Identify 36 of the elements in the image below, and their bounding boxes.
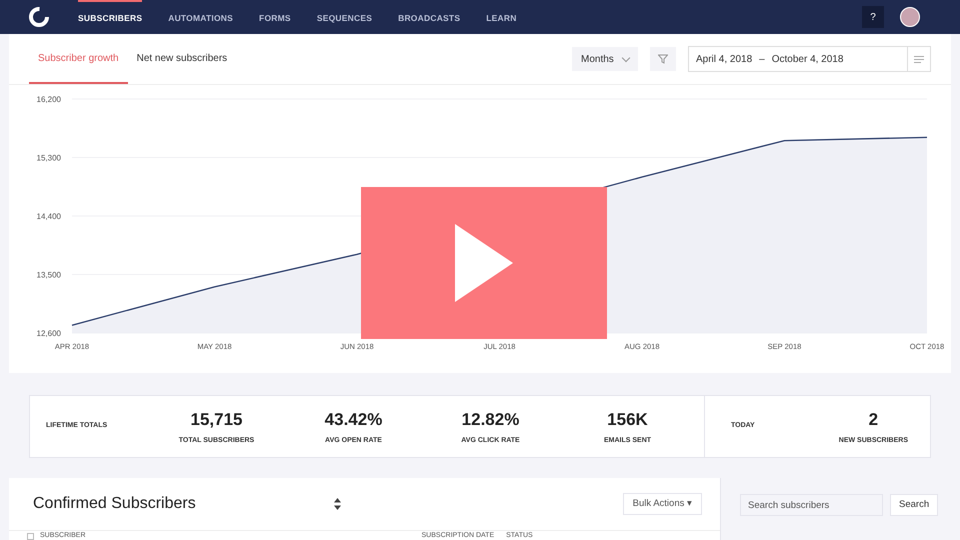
y-tick-label: 13,500 [36,270,61,280]
stat-value: 15,715 [190,409,242,431]
play-icon [455,224,513,302]
nav-tab[interactable]: LEARN [486,0,517,34]
logo-icon [28,6,50,28]
stat-value: 12.82% [462,409,520,431]
nav-tab[interactable]: FORMS [259,0,291,34]
avatar[interactable] [900,7,920,27]
y-tick-label: 12,600 [36,329,61,338]
search-button[interactable]: Search [890,494,938,516]
play-overlay[interactable] [361,187,607,339]
nav-tab[interactable]: BROADCASTS [398,0,460,34]
stat-value: 156K [607,409,648,431]
y-tick-label: 16,200 [36,95,61,104]
nav-tab[interactable]: SEQUENCES [316,0,372,34]
date-to: October 4, 2018 [772,52,844,66]
nav-tab[interactable]: AUTOMATIONS [168,0,234,34]
help-button[interactable]: ? [862,6,884,28]
chart-tab[interactable]: Net new subscribers [128,34,236,84]
period-dropdown[interactable]: Months [572,47,638,71]
y-tick-label: 14,400 [36,212,61,221]
filter-icon [658,54,668,64]
search-field[interactable]: Search subscribers [740,494,883,516]
date-range-field[interactable]: April 4, 2018 – October 4, 2018 [688,46,931,72]
bulk-actions-button[interactable]: Bulk Actions ▾ [622,493,702,515]
chart-tab[interactable]: Subscriber growth [29,34,128,84]
caret-icon: ▾ [687,498,692,509]
sort-icon[interactable] [334,498,341,510]
date-separator: – [759,52,765,66]
list-title: Confirmed Subscribers [33,494,196,514]
date-from: April 4, 2018 [696,52,752,66]
select-all-checkbox[interactable] [27,532,34,540]
filter-button[interactable] [650,47,676,71]
stat-value: 43.42% [324,409,382,431]
stat-value: 2 [868,409,878,431]
y-tick-label: 15,300 [36,154,61,162]
